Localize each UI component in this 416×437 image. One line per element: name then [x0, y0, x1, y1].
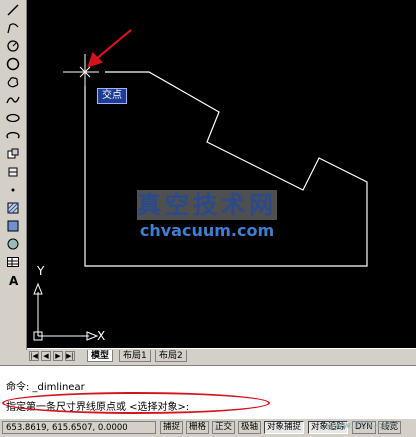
command-window[interactable]: 命令: _dimlinear 指定第一条尺寸界线原点或 <选择对象>: — [0, 365, 416, 418]
ucs-y-label: Y — [37, 264, 45, 278]
spline-icon[interactable] — [4, 92, 22, 108]
tab-nav-prev[interactable]: ◀ — [41, 351, 51, 361]
red-ellipse-annotation — [2, 392, 270, 414]
tab-nav-last[interactable]: ▶| — [65, 351, 75, 361]
svg-text:A: A — [9, 274, 19, 287]
line-icon[interactable] — [4, 2, 22, 18]
osnap-toggle[interactable]: 对象捕捉 — [264, 421, 305, 434]
arc-icon[interactable] — [4, 38, 22, 54]
circle-icon[interactable] — [4, 56, 22, 72]
text-icon[interactable]: A — [4, 272, 22, 288]
draw-toolbar: A — [0, 0, 27, 350]
coordinate-readout: 653.8619, 615.6507, 0.0000 — [2, 421, 156, 434]
ucs-x-label: X — [97, 329, 106, 343]
region-icon[interactable] — [4, 236, 22, 252]
insert-block-icon[interactable] — [4, 146, 22, 162]
corner-watermark: www.1CS.com — [326, 421, 398, 431]
ellipse-arc-icon[interactable] — [4, 128, 22, 144]
snap-toggle[interactable]: 捕捉 — [160, 421, 184, 434]
watermark-url: chvacuum.com — [139, 221, 275, 240]
hatch-icon[interactable] — [4, 200, 22, 216]
ucs-icon — [33, 282, 99, 341]
drawing-geometry — [33, 29, 368, 341]
tab-model[interactable]: 模型 — [87, 350, 114, 362]
watermark-title: 真空技术网 — [137, 190, 277, 220]
polar-toggle[interactable]: 极轴 — [238, 421, 262, 434]
grid-toggle[interactable]: 栅格 — [186, 421, 210, 434]
snap-label-intersection: 交点 — [97, 88, 127, 104]
status-bar: 653.8619, 615.6507, 0.0000 捕捉 栅格 正交 极轴 对… — [0, 418, 416, 437]
tab-layout1[interactable]: 布局1 — [119, 350, 151, 362]
command-history-line: 命令: _dimlinear — [6, 382, 85, 393]
revision-cloud-icon[interactable] — [4, 74, 22, 90]
tab-layout2[interactable]: 布局2 — [155, 350, 187, 362]
layout-tabs-bar: |◀ ◀ ▶ ▶| 模型 布局1 布局2 — [27, 348, 416, 363]
gradient-icon[interactable] — [4, 218, 22, 234]
make-block-icon[interactable] — [4, 164, 22, 180]
polyline-icon[interactable] — [4, 20, 22, 36]
red-arrow-annotation — [87, 29, 132, 68]
point-icon[interactable] — [4, 182, 22, 198]
ellipse-icon[interactable] — [4, 110, 22, 126]
drawing-canvas[interactable]: 交点 Y X 真空技术网 chvacuum.com — [27, 0, 416, 348]
tab-nav-next[interactable]: ▶ — [53, 351, 63, 361]
ortho-toggle[interactable]: 正交 — [212, 421, 236, 434]
tab-nav-first[interactable]: |◀ — [29, 351, 39, 361]
table-icon[interactable] — [4, 254, 22, 270]
